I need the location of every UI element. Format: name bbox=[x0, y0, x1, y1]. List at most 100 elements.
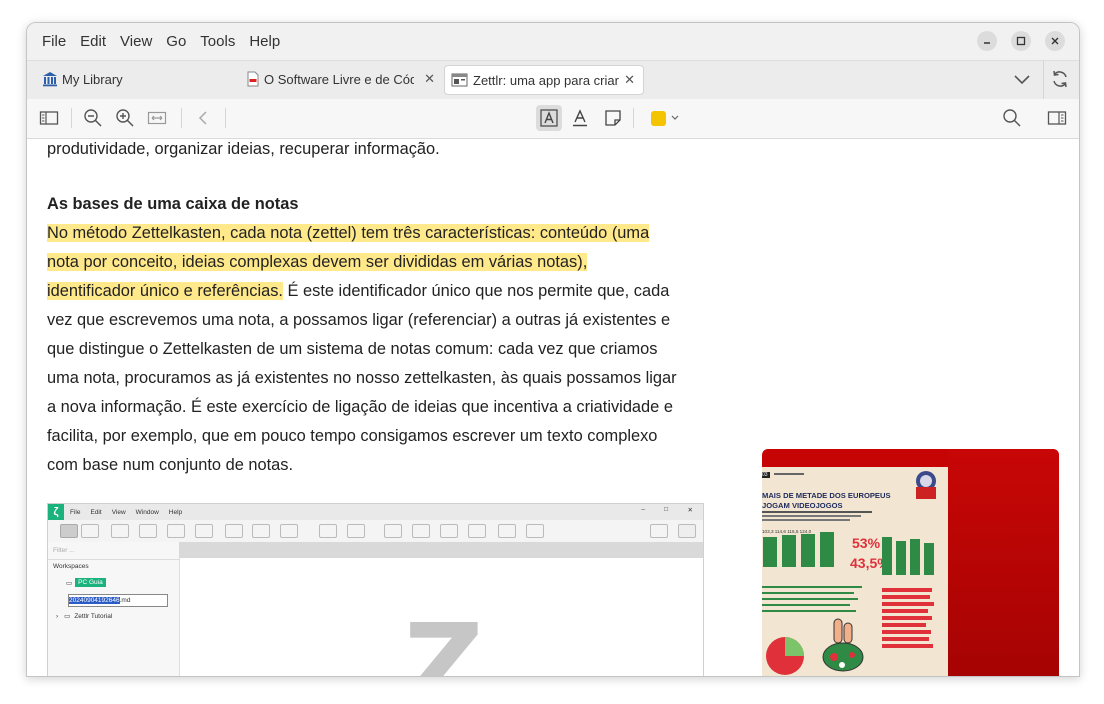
controller-illustration bbox=[820, 617, 866, 676]
highlight-text-icon bbox=[540, 109, 558, 127]
poster-headline: JOGAM VIDEOJOGOS bbox=[762, 501, 843, 510]
pdf-icon bbox=[247, 71, 259, 87]
fit-width-icon bbox=[147, 111, 167, 125]
poster-value: 116,5 bbox=[787, 529, 799, 534]
title-bar: File Edit View Go Tools Help bbox=[27, 23, 1079, 60]
highlighted-text[interactable]: identificador único e referências. bbox=[47, 282, 283, 300]
poster-headline: MAIS DE METADE DOS EUROPEUS bbox=[762, 491, 891, 500]
minimize-button[interactable] bbox=[977, 31, 997, 51]
image-file-name: 20240904192646 bbox=[69, 597, 120, 604]
divider bbox=[1043, 61, 1044, 99]
section-heading: As bases de uma caixa de notas bbox=[47, 195, 299, 213]
menu-go[interactable]: Go bbox=[166, 33, 186, 50]
tabs-dropdown-button[interactable] bbox=[1012, 69, 1032, 94]
gamer-illustration bbox=[910, 469, 942, 499]
poster-red-bars bbox=[882, 585, 944, 676]
image-sidebar: Filter ... Workspaces ▭ PC Guia 20240904… bbox=[48, 542, 180, 676]
paragraph-line: produtividade, organizar ideias, recuper… bbox=[47, 140, 440, 158]
image-folder: Zettlr Tutorial bbox=[74, 612, 113, 620]
sidebar-right-icon bbox=[1047, 111, 1067, 125]
search-icon bbox=[1003, 109, 1021, 127]
image-menu-item: View bbox=[111, 508, 126, 516]
menu-file[interactable]: File bbox=[42, 33, 66, 50]
highlighted-text[interactable]: No método Zettelkasten, cada nota (zette… bbox=[47, 224, 650, 242]
menu-view[interactable]: View bbox=[120, 33, 152, 50]
color-swatch bbox=[650, 110, 666, 126]
tab-close-icon[interactable]: ✕ bbox=[624, 72, 635, 88]
underline-text-icon bbox=[573, 109, 587, 127]
back-button[interactable] bbox=[191, 107, 215, 129]
image-filter: Filter ... bbox=[53, 547, 75, 554]
image-menu-item: Help bbox=[168, 508, 183, 516]
divider bbox=[181, 108, 182, 128]
tab-label: Zettlr: uma app para criar bbox=[473, 72, 619, 88]
fit-width-button[interactable] bbox=[145, 107, 169, 129]
poster-stat: 53% bbox=[852, 535, 881, 551]
divider bbox=[225, 108, 226, 128]
menu-tools[interactable]: Tools bbox=[200, 33, 235, 50]
note-tool-button[interactable] bbox=[601, 107, 625, 129]
tab-bar: My Library O Software Livre e de Cód ✕ Z… bbox=[27, 60, 1079, 100]
article-text: produtividade, organizar ideias, recuper… bbox=[47, 139, 717, 480]
zoom-out-button[interactable] bbox=[81, 107, 105, 129]
paragraph-text: É este identificador único que nos permi… bbox=[282, 282, 670, 300]
highlighted-text[interactable]: nota por conceito, ideias complexas deve… bbox=[47, 253, 588, 271]
maximize-icon bbox=[1016, 36, 1026, 46]
color-picker-button[interactable] bbox=[647, 107, 683, 129]
image-menu-item: Edit bbox=[90, 508, 102, 516]
maximize-button[interactable] bbox=[1011, 31, 1031, 51]
paragraph-line: que distingue o Zettelkasten de um siste… bbox=[47, 340, 658, 358]
divider bbox=[633, 108, 634, 128]
paragraph-line: com base num conjunto de notas. bbox=[47, 456, 294, 474]
sync-button[interactable] bbox=[1050, 69, 1070, 94]
paragraph-line: facilita, por exemplo, que em pouco temp… bbox=[47, 427, 658, 445]
app-window: File Edit View Go Tools Help My Library bbox=[26, 22, 1080, 677]
image-workspaces: Workspaces bbox=[53, 563, 89, 570]
poster-value: 103,3 bbox=[762, 529, 774, 534]
image-file-ext: .md bbox=[119, 597, 131, 604]
poster-bar-chart: 103,3 114,6 116,5 124,0 bbox=[762, 529, 842, 569]
image-menu-item: Window bbox=[135, 508, 159, 516]
text-underline-tool-button[interactable] bbox=[568, 107, 592, 129]
note-icon bbox=[605, 110, 621, 126]
paragraph-line: vez que escrevemos uma nota, a possamos … bbox=[47, 311, 671, 329]
image-toolbar bbox=[48, 520, 703, 543]
tab-my-library[interactable]: My Library bbox=[41, 65, 241, 93]
infographic-image: 03 MAIS DE METADE DOS EUROPEUS JOGAM VID… bbox=[762, 449, 1059, 676]
tab-close-icon[interactable]: ✕ bbox=[424, 71, 435, 87]
toggle-sidebar-button[interactable] bbox=[37, 107, 61, 129]
tab-zettlr-snapshot[interactable]: Zettlr: uma app para criar ✕ bbox=[444, 65, 644, 95]
image-folder: PC Guia bbox=[75, 578, 106, 587]
reader-toolbar bbox=[27, 99, 1079, 139]
zoom-out-icon bbox=[84, 109, 102, 127]
close-icon bbox=[1051, 37, 1059, 45]
library-icon bbox=[43, 72, 57, 87]
zoom-in-button[interactable] bbox=[113, 107, 137, 129]
toggle-context-pane-button[interactable] bbox=[1045, 107, 1069, 129]
snapshot-icon bbox=[451, 73, 468, 87]
snapshot-content: produtividade, organizar ideias, recuper… bbox=[27, 139, 1079, 676]
search-button[interactable] bbox=[1000, 107, 1024, 129]
tab-label: My Library bbox=[62, 71, 123, 87]
sidebar-left-icon bbox=[39, 111, 59, 125]
infographic-poster: 03 MAIS DE METADE DOS EUROPEUS JOGAM VID… bbox=[762, 467, 948, 676]
paragraph-line: a nova informação. É este exercício de l… bbox=[47, 398, 673, 416]
zettlr-screenshot-image: ζ File Edit View Window Help – □ ✕ Filte… bbox=[47, 503, 704, 676]
image-menu-bar: ζ File Edit View Window Help – □ ✕ bbox=[48, 504, 703, 520]
sync-icon bbox=[1053, 70, 1067, 88]
poster-value: 114,6 bbox=[774, 529, 786, 534]
menu-bar: File Edit View Go Tools Help bbox=[42, 23, 294, 60]
tab-label: O Software Livre e de Cód bbox=[264, 71, 414, 87]
zettlr-logo-icon: ζ bbox=[48, 504, 64, 520]
divider bbox=[71, 108, 72, 128]
chevron-down-icon bbox=[671, 115, 678, 120]
menu-help[interactable]: Help bbox=[249, 33, 280, 50]
text-highlight-tool-button[interactable] bbox=[536, 105, 562, 131]
menu-edit[interactable]: Edit bbox=[80, 33, 106, 50]
image-menu-item: File bbox=[70, 508, 81, 516]
tab-pdf[interactable]: O Software Livre e de Cód ✕ bbox=[245, 65, 435, 93]
close-button[interactable] bbox=[1045, 31, 1065, 51]
image-zettlr-watermark: Z bbox=[404, 600, 484, 676]
poster-badge: 03 bbox=[762, 472, 770, 478]
chevron-down-icon bbox=[1014, 75, 1030, 85]
